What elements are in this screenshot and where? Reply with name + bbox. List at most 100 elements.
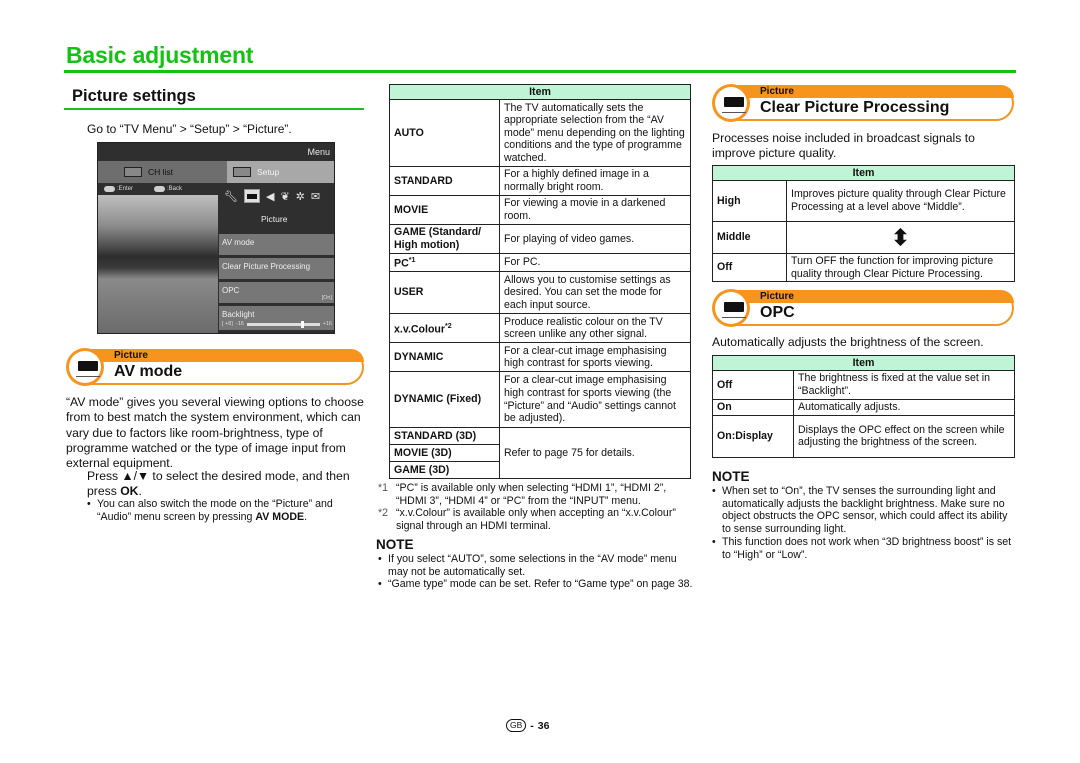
footnotes: *1 “PC” is available only when selecting …	[378, 482, 693, 533]
item-name: DYNAMIC	[389, 342, 500, 373]
table-row: DYNAMIC (Fixed) For a clear-cut image emp…	[389, 371, 691, 429]
item-label: DYNAMIC (Fixed)	[394, 393, 482, 406]
av-mode-banner: Picture AV mode	[66, 348, 364, 386]
opc-notes: • When set to “On”, the TV senses the sur…	[712, 485, 1017, 561]
note-item: • This function does not work when “3D br…	[712, 536, 1017, 561]
table-row: DYNAMIC For a clear-cut image emphasising…	[389, 342, 691, 373]
item-label: DYNAMIC	[394, 350, 444, 363]
hint-label: :Enter	[117, 186, 134, 192]
note-text: If you select “AUTO”, some selections in…	[388, 553, 677, 578]
ch-list-icon	[124, 167, 142, 177]
item-label: PC	[394, 257, 409, 270]
footnote-mark: *1	[378, 482, 389, 494]
item-name: MOVIE	[389, 195, 500, 225]
opc-banner: Picture OPC	[712, 289, 1014, 327]
table-row: Off The brightness is fixed at the value…	[712, 370, 1015, 400]
note-text: “Game type” mode can be set. Refer to “G…	[388, 578, 693, 591]
item-desc: For a clear-cut image emphasising high c…	[499, 371, 691, 429]
mail-icon: ✉	[310, 190, 321, 203]
table-row: GAME (Standard/ High motion) For playing …	[389, 224, 691, 254]
item-name: PC*1	[389, 252, 500, 273]
item-label: MOVIE	[394, 203, 429, 216]
item-name: x.v.Colour*2	[389, 313, 500, 344]
hint-label: :Back	[167, 186, 183, 192]
av-mode-table-body: AUTO The TV automatically sets the approp…	[389, 99, 691, 480]
item-desc: For a highly defined image in a normally…	[499, 166, 691, 196]
bullet-icon: •	[712, 535, 716, 548]
item-name: STANDARD (3D)	[389, 427, 500, 446]
menu-label: Menu	[307, 147, 330, 157]
item-desc: The TV automatically sets the appropriat…	[499, 99, 691, 167]
av-mode-description: “AV mode” gives you several viewing opti…	[66, 395, 364, 471]
table-row: STANDARD (3D) Refer to page 75 for detail…	[389, 427, 691, 480]
item-name: AUTO	[389, 99, 500, 167]
tab-ch-list: CH list	[98, 161, 227, 183]
tv-menu-screenshot: Menu CH list Setup :Enter :Back 🔧︎ ◀ ❦ ✲…	[97, 142, 335, 334]
section-rule	[64, 108, 364, 110]
item-label: AUTO	[394, 126, 424, 139]
av-mode-tip: • You can also switch the mode on the “Pi…	[87, 498, 367, 523]
item-name: High	[712, 180, 787, 222]
banner-title: AV mode	[114, 363, 183, 380]
table-header: Item	[712, 165, 1015, 181]
item-name: GAME (3D)	[389, 461, 500, 480]
item-name: DYNAMIC (Fixed)	[389, 371, 500, 429]
banner-subtitle: Picture	[114, 350, 148, 361]
slider-knob	[301, 320, 305, 328]
banner-circle	[712, 84, 750, 122]
item-name: Off	[712, 370, 794, 400]
menu-item-clear-picture: Clear Picture Processing	[219, 258, 334, 282]
tv-base	[722, 317, 746, 318]
item-name: GAME (Standard/ High motion)	[389, 224, 500, 254]
table-row: AUTO The TV automatically sets the approp…	[389, 99, 691, 167]
banner-circle-inner	[715, 292, 747, 324]
ok-key-label: OK	[120, 484, 139, 499]
tab-setup: Setup	[227, 161, 334, 183]
setup-icon	[233, 167, 251, 177]
opc-table: Item Off The brightness is fixed at the …	[712, 355, 1015, 458]
table-row: x.v.Colour*2 Produce realistic colour on …	[389, 313, 691, 344]
item-name: MOVIE (3D)	[389, 444, 500, 463]
audio-icon: ◀	[265, 190, 275, 203]
item-desc: For a clear-cut image emphasising high c…	[499, 342, 691, 373]
tv-icon	[78, 361, 98, 371]
menu-item-av-mode: AV mode	[219, 234, 334, 258]
footnote-ref: *1	[408, 257, 416, 264]
gear-icon: ✲	[295, 190, 305, 203]
menu-item-label: Clear Picture Processing	[222, 262, 311, 271]
slider-value: [ +8]	[222, 321, 233, 327]
backlight-slider: [ +8] -16 +16	[222, 320, 332, 328]
footnote: *2 “x.v.Colour” is available only when ac…	[378, 507, 693, 532]
table-row: High Improves picture quality through Cl…	[712, 180, 1015, 222]
table-row: On:Display Displays the OPC effect on th…	[712, 414, 1015, 458]
table-row: USER Allows you to customise settings as …	[389, 271, 691, 315]
note-item: • “Game type” mode can be set. Refer to “…	[378, 578, 693, 591]
table-row: MOVIE For viewing a movie in a darkened r…	[389, 195, 691, 225]
category-label: Picture	[261, 214, 288, 224]
slider-max: +16	[322, 321, 332, 327]
ok-key-icon	[104, 186, 115, 192]
av-mode-table: Item AUTO The TV automatically sets the a…	[389, 84, 691, 480]
item-desc: Refer to page 75 for details.	[499, 427, 691, 480]
tab-label: Setup	[257, 167, 280, 177]
up-down-arrow-icon: ⬍	[786, 221, 1015, 254]
table-row: STANDARD For a highly defined image in a …	[389, 166, 691, 196]
item-desc: For playing of video games.	[499, 224, 691, 254]
item-name: STANDARD	[389, 166, 500, 196]
tv-base	[76, 376, 100, 377]
item-desc: Automatically adjusts.	[793, 399, 1015, 416]
banner-circle-inner	[69, 351, 101, 383]
opc-note-heading: NOTE	[712, 469, 750, 484]
category-icons: 🔧︎ ◀ ❦ ✲ ✉	[224, 189, 320, 203]
item-name: On:Display	[712, 414, 794, 458]
tv-icon	[724, 97, 744, 107]
item-desc: Improves picture quality through Clear P…	[786, 180, 1015, 222]
page-title: Basic adjustment	[66, 42, 254, 68]
menu-item-backlight: Backlight [ +8] -16 +16	[219, 306, 334, 333]
clear-picture-table: Item High Improves picture quality throu…	[712, 165, 1015, 283]
item-name: USER	[389, 271, 500, 315]
av-mode-key-label: AV MODE	[255, 510, 305, 523]
instruction-end: .	[138, 484, 142, 499]
clear-picture-banner: Picture Clear Picture Processing	[712, 84, 1014, 122]
bullet-icon: •	[378, 578, 382, 591]
